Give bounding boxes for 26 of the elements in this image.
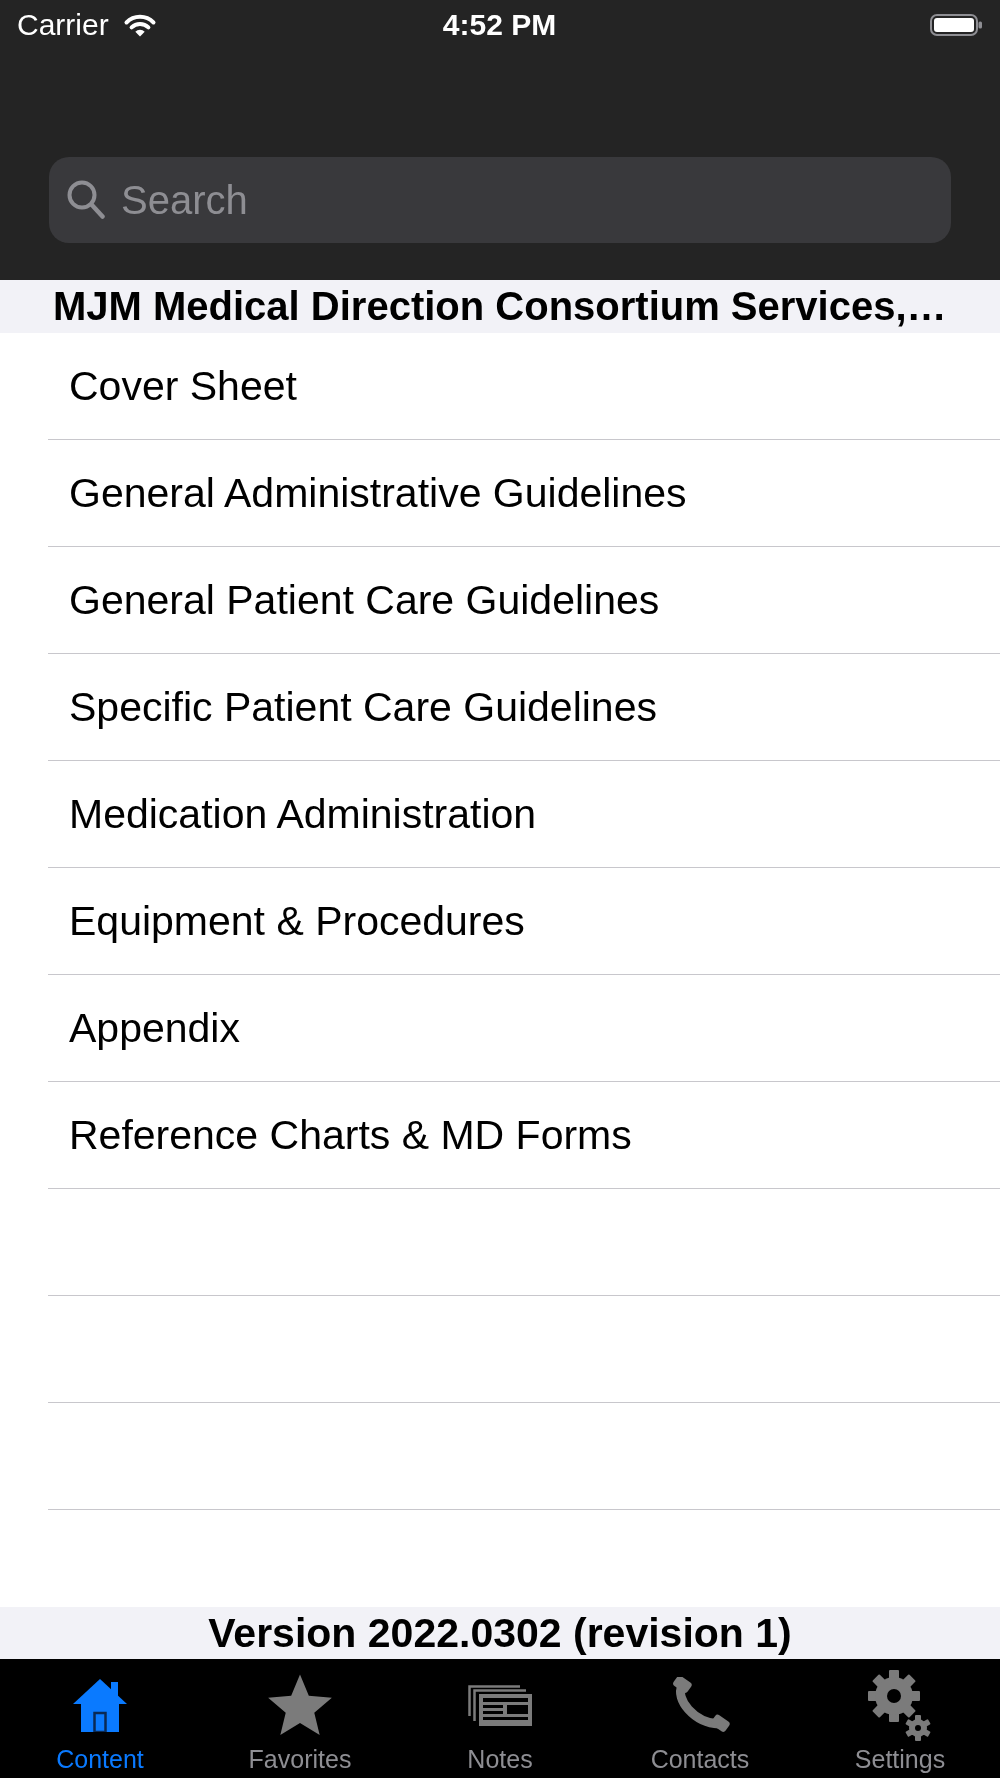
menu-item[interactable]: Reference Charts & MD Forms: [69, 1111, 632, 1159]
search-icon: [67, 180, 105, 219]
tab-button[interactable]: Settings: [854, 1667, 946, 1773]
menu-item[interactable]: General Patient Care Guidelines: [69, 576, 660, 624]
menu-item[interactable]: Medication Administration: [69, 790, 537, 838]
search-field[interactable]: Search: [49, 157, 951, 243]
tab-button[interactable]: Notes: [467, 1667, 533, 1773]
phone-icon: [670, 1677, 730, 1733]
clock-time: 4:52 PM: [442, 8, 557, 42]
menu-item[interactable]: Appendix: [69, 1004, 240, 1052]
newspaper-stack-icon: [468, 1684, 532, 1726]
menu-item[interactable]: Cover Sheet: [69, 362, 297, 410]
version-footer: Version 2022.0302 (revision 1): [0, 1607, 1000, 1659]
star-icon: [266, 1674, 334, 1736]
battery-icon: [930, 14, 982, 36]
tab-button[interactable]: Contacts: [650, 1667, 750, 1773]
gears-icon: [868, 1669, 932, 1741]
menu-item[interactable]: General Administrative Guidelines: [69, 469, 687, 517]
wifi-icon: [122, 13, 157, 37]
tab-button[interactable]: Content: [56, 1667, 144, 1773]
menu-item[interactable]: Specific Patient Care Guidelines: [69, 683, 657, 731]
house-icon: [73, 1678, 127, 1732]
menu-item[interactable]: Equipment & Procedures: [69, 897, 525, 945]
section-header: MJM Medical Direction Consortium Services,…: [0, 280, 1000, 333]
tab-button[interactable]: Favorites: [248, 1667, 352, 1773]
carrier-label: Carrier: [17, 8, 109, 42]
